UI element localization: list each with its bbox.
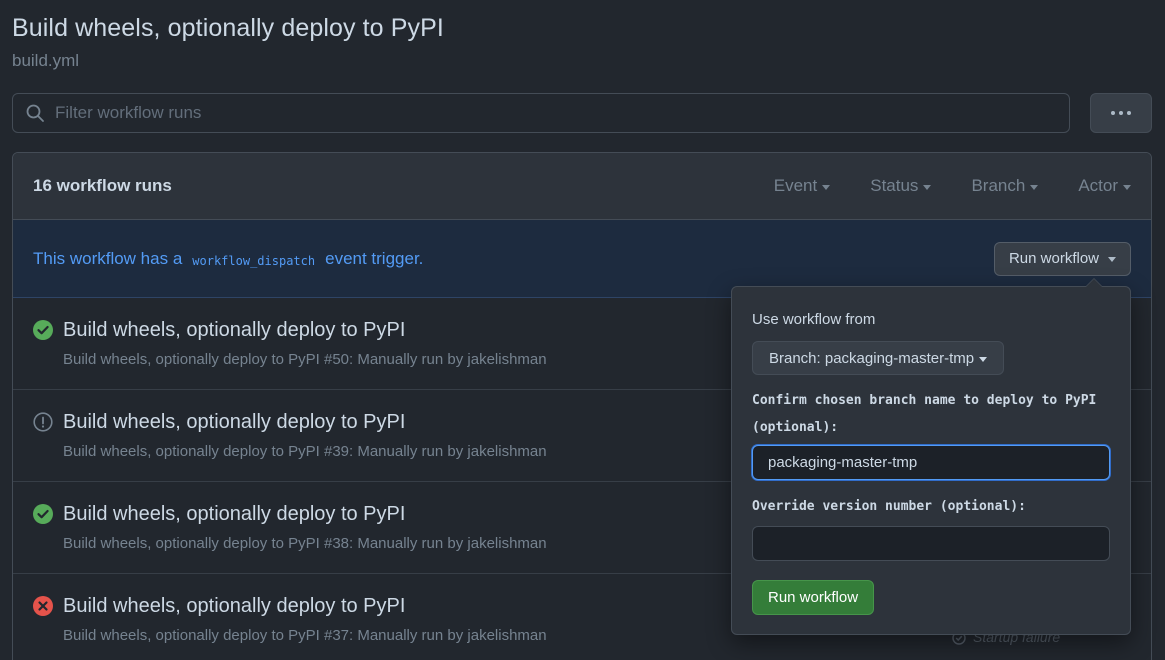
status-filter-menu[interactable]: Status xyxy=(870,176,932,196)
x-circle-fill-icon xyxy=(33,596,53,616)
branch-select-button[interactable]: Branch: packaging-master-tmp xyxy=(752,341,1005,375)
caret-down-icon xyxy=(923,184,932,190)
caret-down-icon xyxy=(1108,257,1116,262)
runs-box-header: 16 workflow runs Event Status Branch Act… xyxy=(13,153,1151,220)
workflow-runs-count: 16 workflow runs xyxy=(33,176,172,195)
status-filter-label: Status xyxy=(870,176,919,195)
banner-text: This workflow has a workflow_dispatch ev… xyxy=(33,249,994,269)
banner-code: workflow_dispatch xyxy=(192,253,316,268)
page-title: Build wheels, optionally deploy to PyPI xyxy=(12,14,444,42)
caret-down-icon xyxy=(979,356,988,362)
alert-circle-icon xyxy=(33,412,53,432)
run-workflow-dropdown-label: Run workflow xyxy=(1008,250,1099,267)
run-title[interactable]: Build wheels, optionally deploy to PyPI xyxy=(63,595,405,618)
check-circle-fill-icon xyxy=(33,504,53,524)
run-title[interactable]: Build wheels, optionally deploy to PyPI xyxy=(63,503,405,526)
filter-bar xyxy=(12,93,1070,133)
caret-down-icon xyxy=(1123,184,1131,190)
actor-filter-menu[interactable]: Actor xyxy=(1078,176,1131,196)
actor-filter-label: Actor xyxy=(1078,176,1118,195)
more-options-button[interactable] xyxy=(1090,93,1152,133)
banner-text-before: This workflow has a xyxy=(33,248,183,268)
run-title[interactable]: Build wheels, optionally deploy to PyPI xyxy=(63,319,405,342)
caret-down-icon xyxy=(822,184,831,190)
branch-filter-menu[interactable]: Branch xyxy=(971,176,1039,196)
caret-down-icon xyxy=(1030,184,1039,190)
workflow-file-name[interactable]: build.yml xyxy=(12,51,79,71)
use-workflow-from-label: Use workflow from xyxy=(752,311,876,328)
run-workflow-submit-button[interactable]: Run workflow xyxy=(752,580,875,615)
run-workflow-popover: Use workflow from Branch: packaging-mast… xyxy=(731,278,1131,635)
event-filter-label: Event xyxy=(773,176,818,195)
version-number-input[interactable] xyxy=(752,526,1110,561)
run-workflow-dropdown-button[interactable]: Run workflow xyxy=(993,241,1131,276)
run-meta: Build wheels, optionally deploy to PyPI … xyxy=(63,351,547,368)
branch-select-label: Branch: packaging-master-tmp xyxy=(769,349,975,367)
branch-name-input[interactable] xyxy=(752,445,1110,480)
run-meta: Build wheels, optionally deploy to PyPI … xyxy=(63,627,547,644)
kebab-horizontal-icon xyxy=(1111,111,1131,115)
filter-workflow-runs-input[interactable] xyxy=(55,103,1069,123)
branch-filter-label: Branch xyxy=(971,176,1026,195)
banner-text-after: event trigger. xyxy=(325,248,424,268)
branch-name-field-label: Confirm chosen branch name to deploy to … xyxy=(752,393,1097,435)
check-circle-fill-icon xyxy=(33,320,53,340)
search-icon xyxy=(26,104,44,122)
event-filter-menu[interactable]: Event xyxy=(773,176,831,196)
run-title[interactable]: Build wheels, optionally deploy to PyPI xyxy=(63,411,405,434)
run-meta: Build wheels, optionally deploy to PyPI … xyxy=(63,443,547,460)
version-number-field-label: Override version number (optional): xyxy=(752,499,1026,514)
run-meta: Build wheels, optionally deploy to PyPI … xyxy=(63,535,547,552)
